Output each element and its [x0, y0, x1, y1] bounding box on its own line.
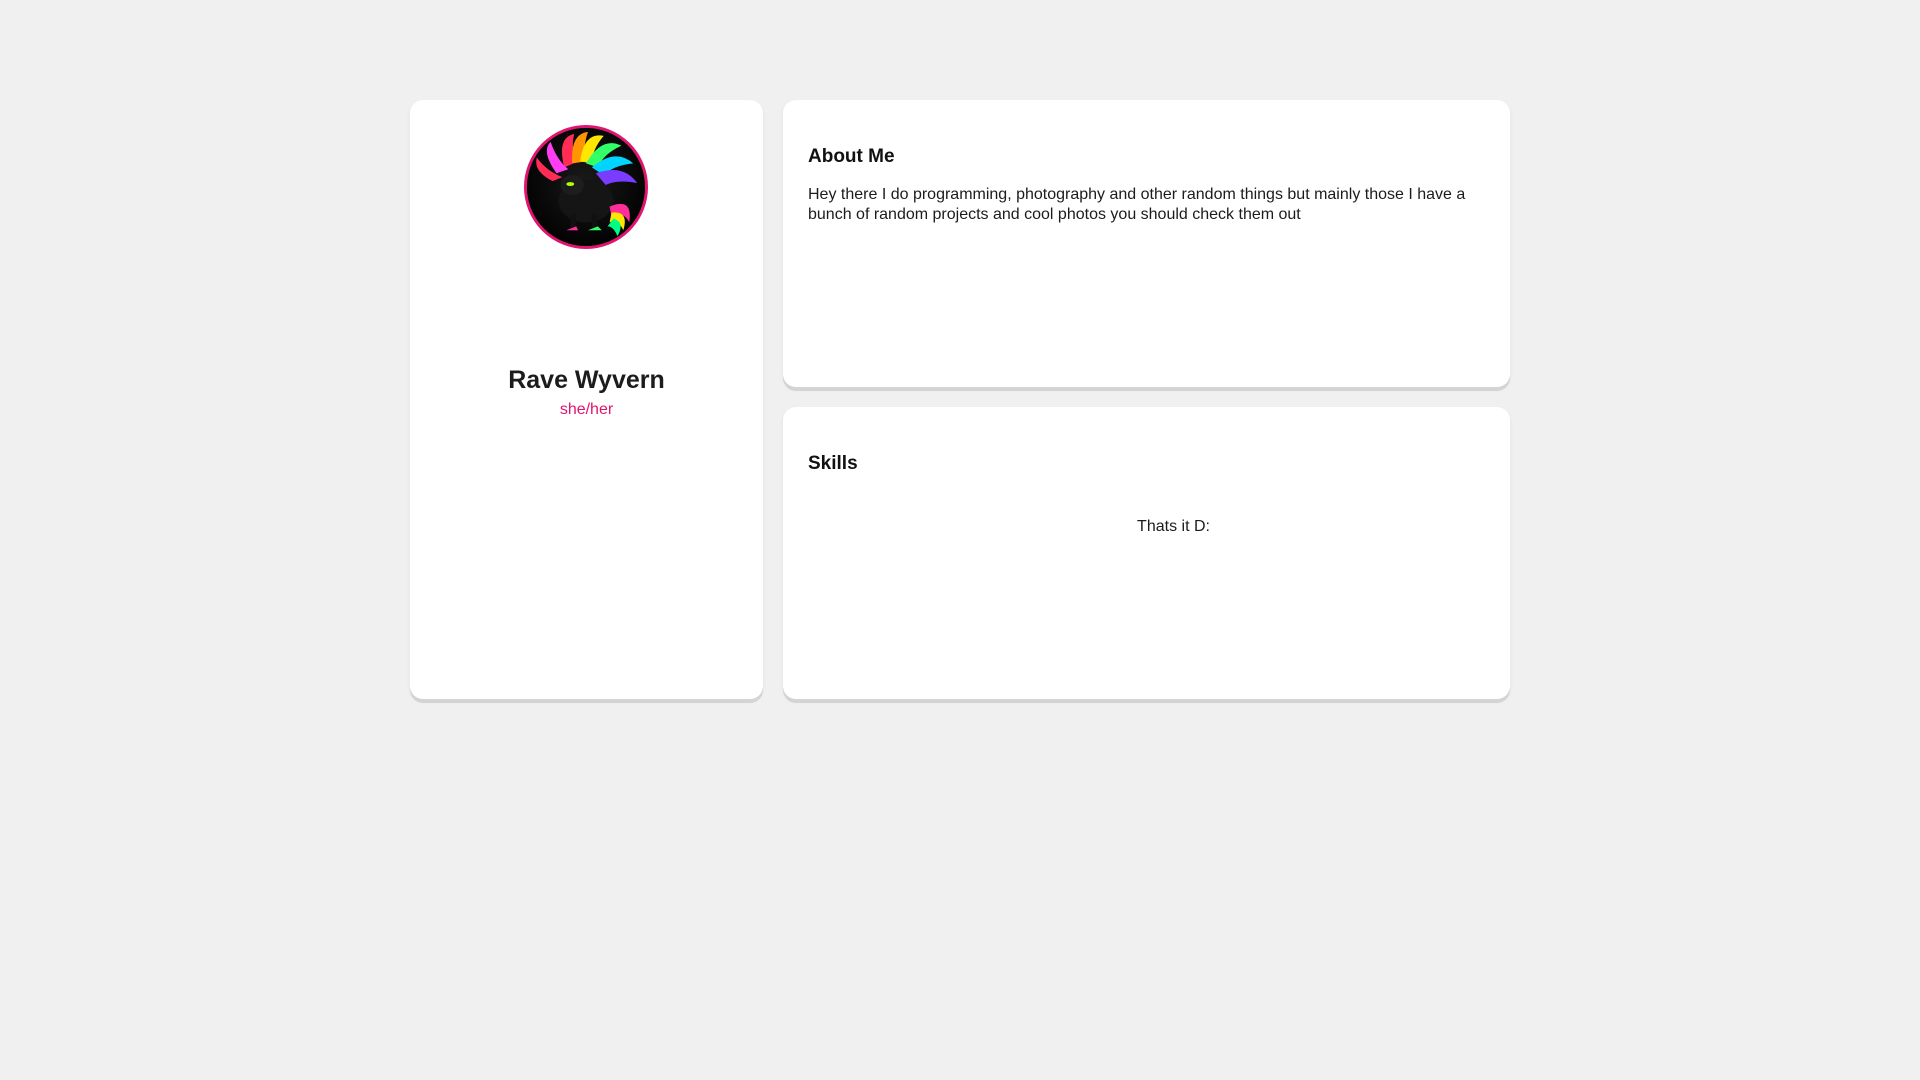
profile-name: Rave Wyvern — [508, 366, 665, 394]
skills-empty-message: Thats it D: — [1137, 518, 1210, 535]
skills-title: Skills — [808, 453, 858, 474]
about-title: About Me — [808, 146, 895, 167]
profile-card: Rave Wyvern she/her — [410, 100, 763, 699]
avatar — [524, 125, 648, 249]
about-card: About Me Hey there I do programming, pho… — [783, 100, 1510, 387]
about-text: Hey there I do programming, photography … — [808, 186, 1466, 223]
skills-card: Skills Thats it D: — [783, 407, 1510, 699]
wyvern-avatar-icon — [527, 128, 645, 246]
profile-pronouns: she/her — [559, 401, 614, 418]
